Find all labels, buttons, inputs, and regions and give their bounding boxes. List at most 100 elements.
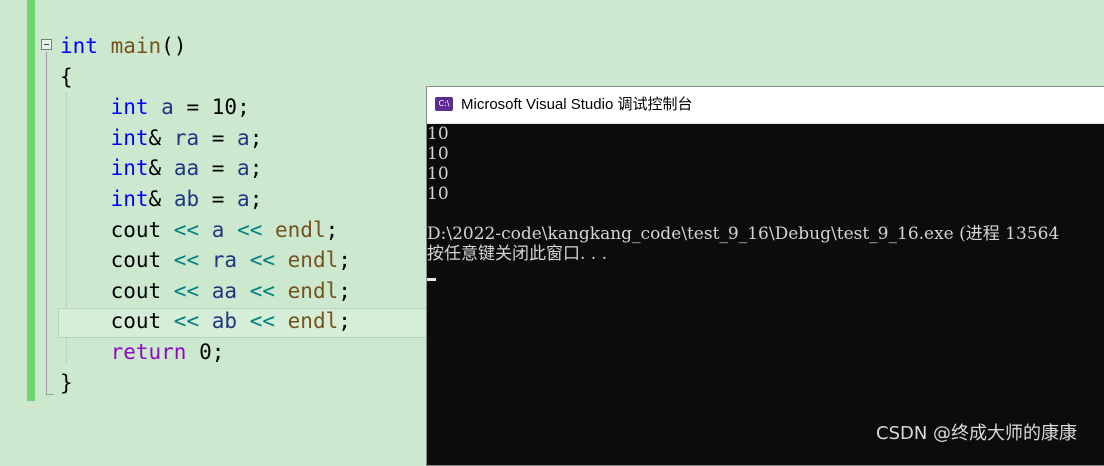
code-token: ra: [173, 125, 200, 150]
console-titlebar[interactable]: C:\ Microsoft Visual Studio 调试控制台: [427, 87, 1104, 124]
code-token: ;: [325, 217, 339, 242]
code-token: ;: [338, 309, 351, 334]
code-token: endl: [287, 278, 339, 303]
code-line[interactable]: int& ra = a;: [60, 123, 263, 153]
code-token: a: [237, 125, 250, 150]
code-token: a: [211, 217, 225, 242]
code-line[interactable]: return 0;: [60, 337, 225, 367]
console-output: 10 10 10 10 D:\2022-code\kangkang_code\test_…: [427, 124, 1104, 465]
code-token: =: [199, 187, 238, 211]
code-line[interactable]: cout << aa << endl;: [60, 276, 351, 306]
code-line[interactable]: }: [60, 368, 73, 398]
console-output-line: 10: [427, 164, 449, 184]
code-token: int: [110, 95, 149, 120]
code-token: ;: [249, 187, 263, 211]
code-token: endl: [275, 217, 326, 242]
code-line[interactable]: cout << ab << endl;: [60, 306, 351, 336]
console-title: Microsoft Visual Studio 调试控制台: [461, 96, 693, 113]
code-token: aa: [211, 278, 238, 303]
console-output-line: 10: [427, 124, 449, 144]
code-token: <<: [173, 217, 200, 242]
code-line[interactable]: cout << ra << endl;: [60, 245, 351, 275]
code-token: ;: [249, 125, 263, 150]
code-token: <<: [237, 217, 263, 242]
change-tracking-bar: [27, 0, 35, 401]
code-token: 10: [211, 95, 238, 120]
code-token: int: [110, 125, 149, 150]
code-token: <<: [249, 248, 275, 273]
code-token: ;: [249, 156, 263, 181]
code-token: =: [173, 95, 212, 120]
code-token: main: [110, 34, 162, 58]
code-token: }: [60, 370, 73, 395]
collapse-icon[interactable]: [41, 39, 52, 50]
console-output-line: 10: [427, 144, 449, 164]
watermark: CSDN @终成大师的康康: [876, 423, 1078, 444]
code-line[interactable]: int& aa = a;: [60, 153, 263, 183]
code-token: cout: [60, 248, 174, 273]
code-token: {: [60, 64, 73, 89]
code-token: ;: [237, 95, 250, 120]
code-token: <<: [249, 278, 275, 303]
code-token: ;: [338, 278, 351, 303]
console-cursor: [427, 278, 436, 281]
code-token: cout: [60, 309, 174, 334]
fold-guide-line: [46, 52, 47, 395]
code-token: <<: [249, 309, 275, 334]
code-token: a: [237, 187, 250, 211]
code-token: &: [148, 156, 174, 181]
code-token: cout: [60, 217, 174, 242]
code-token: aa: [173, 156, 200, 181]
code-line[interactable]: {: [60, 62, 73, 92]
code-line[interactable]: int main(): [60, 31, 186, 61]
code-token: endl: [287, 248, 339, 273]
code-token: ;: [338, 248, 351, 273]
code-line[interactable]: int& ab = a;: [60, 184, 263, 214]
code-token: <<: [173, 309, 200, 334]
code-line[interactable]: int a = 10;: [60, 92, 250, 122]
code-token: ;: [211, 340, 225, 364]
code-token: <<: [173, 278, 200, 303]
code-token: a: [161, 95, 174, 120]
code-line[interactable]: cout << a << endl;: [60, 215, 339, 245]
fold-guide-end: [46, 394, 54, 395]
console-output-line: 10: [427, 184, 449, 204]
console-output-line: D:\2022-code\kangkang_code\test_9_16\Deb…: [427, 224, 1060, 244]
code-token: ab: [211, 309, 238, 334]
code-token: return: [110, 340, 187, 364]
code-token: <<: [173, 248, 200, 273]
console-app-icon: C:\: [435, 97, 453, 111]
code-token: int: [60, 34, 98, 58]
code-token: =: [199, 125, 238, 150]
code-token: endl: [287, 309, 339, 334]
code-token: &: [148, 187, 174, 211]
code-token: (): [161, 34, 187, 58]
code-token: ra: [211, 248, 238, 273]
code-token: &: [148, 125, 174, 150]
code-token: cout: [60, 278, 174, 303]
code-token: ab: [173, 187, 200, 211]
code-token: =: [199, 156, 238, 181]
code-token: 0: [199, 340, 212, 364]
code-token: a: [237, 156, 250, 181]
code-token: int: [110, 156, 149, 181]
console-output-line: 按任意键关闭此窗口. . .: [427, 244, 608, 264]
debug-console-window[interactable]: C:\ Microsoft Visual Studio 调试控制台 10 10 10…: [426, 86, 1104, 466]
